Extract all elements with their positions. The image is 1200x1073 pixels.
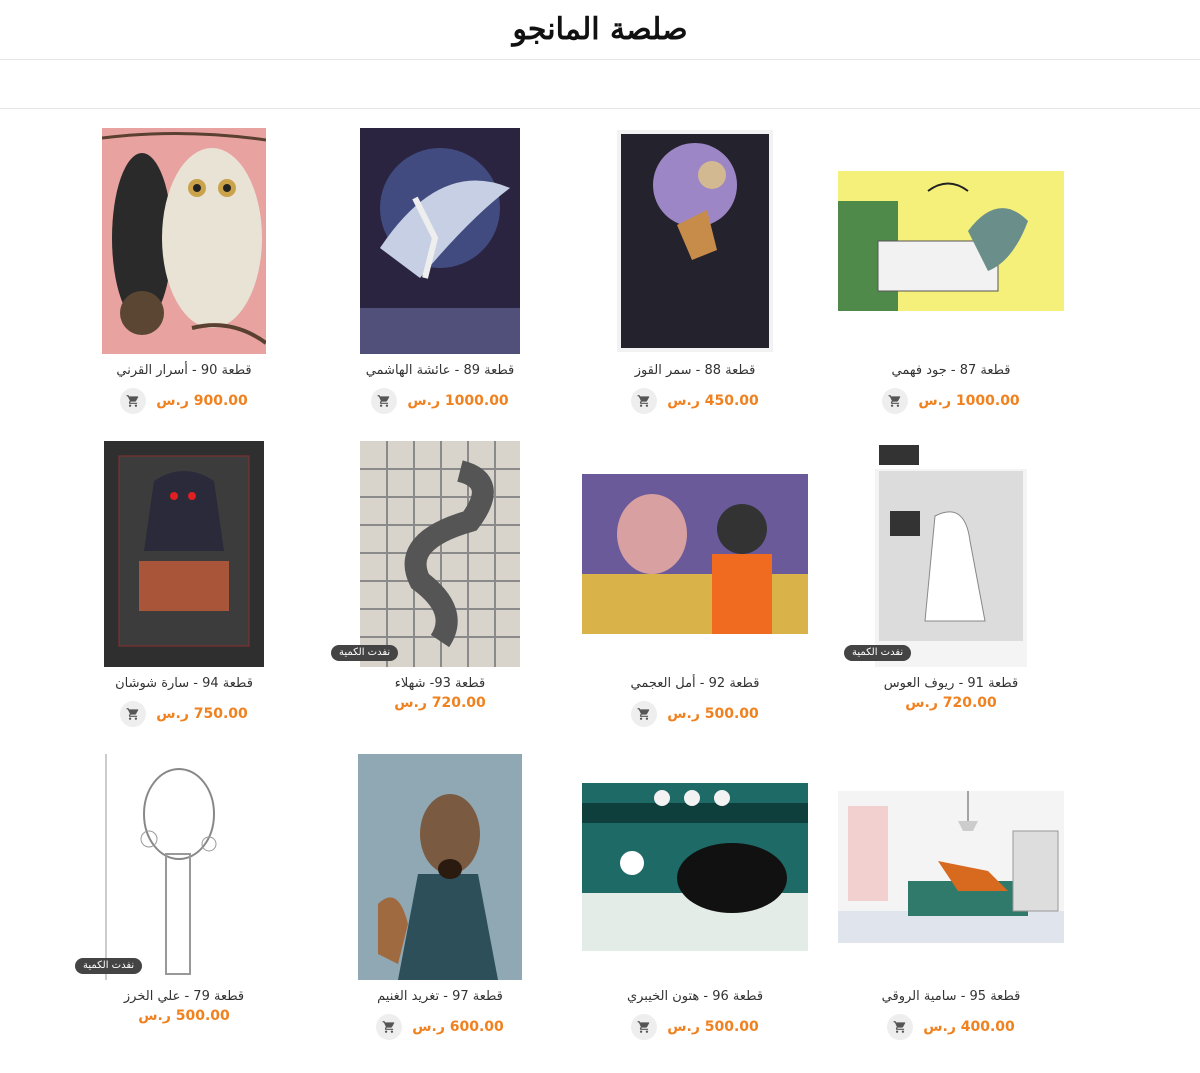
site-header: صلصة المانجو: [0, 0, 1200, 60]
product-title[interactable]: قطعة 91 - ريوف العوس: [836, 676, 1066, 691]
product-card[interactable]: نفدت الكمية قطعة 93- شهلاء 720.00 ر.س: [325, 439, 555, 711]
duck-newsroom-painting[interactable]: نفدت الكمية: [836, 439, 1066, 669]
cart-icon: [893, 1021, 906, 1033]
price-row: 450.00 ر.س: [580, 388, 810, 414]
product-price: 1000.00 ر.س: [918, 393, 1020, 409]
product-card[interactable]: قطعة 88 - سمر القوز 450.00 ر.س: [580, 126, 810, 414]
duck-playing-piano-painting[interactable]: [836, 126, 1066, 356]
product-price: 720.00 ر.س: [905, 695, 997, 711]
cart-icon: [382, 1021, 395, 1033]
product-price: 1000.00 ر.س: [407, 393, 509, 409]
product-title[interactable]: قطعة 96 - هتون الخيبري: [580, 989, 810, 1004]
product-title[interactable]: قطعة 89 - عائشة الهاشمي: [325, 363, 555, 378]
moon-and-kangaroo-painting[interactable]: [580, 126, 810, 356]
owl-and-bat-painting[interactable]: [69, 126, 299, 356]
price-row: 1000.00 ر.س: [325, 388, 555, 414]
dog-in-coat-painting[interactable]: [325, 752, 555, 982]
living-room-illustration[interactable]: [836, 752, 1066, 982]
price-row: 500.00 ر.س: [580, 1014, 810, 1040]
product-price: 900.00 ر.س: [156, 393, 248, 409]
product-title[interactable]: قطعة 79 - علي الخرز: [69, 989, 299, 1004]
cart-icon: [126, 708, 139, 720]
add-to-cart-button[interactable]: [120, 701, 147, 727]
sold-out-badge: نفدت الكمية: [844, 645, 912, 661]
product-price: 600.00 ر.س: [412, 1019, 504, 1035]
sold-out-badge: نفدت الكمية: [75, 958, 143, 974]
cart-icon: [377, 395, 390, 407]
shark-and-mermaid-painting[interactable]: [325, 126, 555, 356]
cart-icon: [888, 395, 901, 407]
price-row: 1000.00 ر.س: [836, 388, 1066, 414]
product-title[interactable]: قطعة 88 - سمر القوز: [580, 363, 810, 378]
cart-icon: [126, 395, 139, 407]
site-logo[interactable]: صلصة المانجو: [512, 12, 688, 47]
product-price: 500.00 ر.س: [667, 1019, 759, 1035]
bull-and-birds-painting[interactable]: [580, 752, 810, 982]
product-card[interactable]: قطعة 90 - أسرار القرني 900.00 ر.س: [69, 126, 299, 414]
add-to-cart-button[interactable]: [371, 388, 398, 414]
product-title[interactable]: قطعة 95 - سامية الروقي: [836, 989, 1066, 1004]
product-title[interactable]: قطعة 94 - سارة شوشان: [69, 676, 299, 691]
product-title[interactable]: قطعة 93- شهلاء: [325, 676, 555, 691]
product-card[interactable]: قطعة 89 - عائشة الهاشمي 1000.00 ر.س: [325, 126, 555, 414]
product-card[interactable]: قطعة 87 - جود فهمي 1000.00 ر.س: [836, 126, 1066, 414]
pencil-sketch-scepter[interactable]: نفدت الكمية: [69, 752, 299, 982]
price-row: 600.00 ر.س: [325, 1014, 555, 1040]
product-card[interactable]: قطعة 94 - سارة شوشان 750.00 ر.س: [69, 439, 299, 727]
add-to-cart-button[interactable]: [631, 701, 658, 727]
add-to-cart-button[interactable]: [631, 388, 658, 414]
add-to-cart-button[interactable]: [882, 388, 909, 414]
sold-out-badge: نفدت الكمية: [331, 645, 399, 661]
product-price: 500.00 ر.س: [138, 1008, 230, 1024]
product-card[interactable]: قطعة 97 - تغريد الغنيم 600.00 ر.س: [325, 752, 555, 1040]
cart-icon: [637, 395, 650, 407]
price-row: 500.00 ر.س: [580, 701, 810, 727]
product-card[interactable]: قطعة 92 - أمل العجمي 500.00 ر.س: [580, 439, 810, 727]
product-price: 500.00 ر.س: [667, 706, 759, 722]
product-price: 400.00 ر.س: [923, 1019, 1015, 1035]
eel-knot-grid-painting[interactable]: نفدت الكمية: [325, 439, 555, 669]
product-price: 750.00 ر.س: [156, 706, 248, 722]
price-row: 400.00 ر.س: [836, 1014, 1066, 1040]
product-title[interactable]: قطعة 92 - أمل العجمي: [580, 676, 810, 691]
add-to-cart-button[interactable]: [631, 1014, 658, 1040]
add-to-cart-button[interactable]: [887, 1014, 914, 1040]
grim-reaper-desk-painting[interactable]: [69, 439, 299, 669]
cart-icon: [637, 1021, 650, 1033]
product-price: 450.00 ر.س: [667, 393, 759, 409]
add-to-cart-button[interactable]: [376, 1014, 403, 1040]
cart-icon: [637, 708, 650, 720]
product-title[interactable]: قطعة 90 - أسرار القرني: [69, 363, 299, 378]
price-row: 900.00 ر.س: [69, 388, 299, 414]
product-card[interactable]: قطعة 95 - سامية الروقي 400.00 ر.س: [836, 752, 1066, 1040]
product-price: 720.00 ر.س: [394, 695, 486, 711]
price-row: 500.00 ر.س: [69, 1008, 299, 1024]
price-row: 720.00 ر.س: [836, 695, 1066, 711]
product-title[interactable]: قطعة 97 - تغريد الغنيم: [325, 989, 555, 1004]
cow-and-diver-painting[interactable]: [580, 439, 810, 669]
product-card[interactable]: نفدت الكمية قطعة 91 - ريوف العوس 720.00 …: [836, 439, 1066, 711]
product-card[interactable]: قطعة 96 - هتون الخيبري 500.00 ر.س: [580, 752, 810, 1040]
product-card[interactable]: نفدت الكمية قطعة 79 - علي الخرز 500.00 ر…: [69, 752, 299, 1024]
price-row: 720.00 ر.س: [325, 695, 555, 711]
price-row: 750.00 ر.س: [69, 701, 299, 727]
add-to-cart-button[interactable]: [120, 388, 147, 414]
product-title[interactable]: قطعة 87 - جود فهمي: [836, 363, 1066, 378]
nav-bar: [0, 60, 1200, 109]
